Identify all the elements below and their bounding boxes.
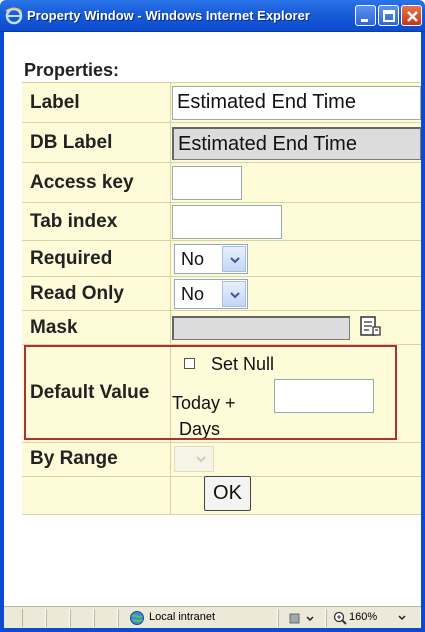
protected-mode-cell[interactable] xyxy=(278,609,326,627)
close-button[interactable] xyxy=(401,5,422,26)
db-label-row-label: DB Label xyxy=(30,132,113,153)
zone-cell: Local intranet xyxy=(118,609,278,627)
window-title: Property Window - Windows Internet Explo… xyxy=(27,8,310,23)
row-access-key: Access key xyxy=(22,163,421,203)
db-label-input: Estimated End Time xyxy=(172,127,421,160)
required-select[interactable]: No xyxy=(174,244,248,274)
properties-heading: Properties: xyxy=(24,60,120,80)
status-cell xyxy=(70,609,94,627)
tab-index-row-label: Tab index xyxy=(30,211,118,232)
mask-row-label: Mask xyxy=(30,317,78,338)
zoom-control[interactable]: 160% xyxy=(326,609,421,627)
security-icon xyxy=(289,613,314,624)
label-row-label: Label xyxy=(30,92,80,113)
status-cell xyxy=(22,609,46,627)
window-frame-right xyxy=(421,32,425,632)
window-frame-left xyxy=(0,32,4,632)
required-row-label: Required xyxy=(30,248,113,269)
properties-table: Label Estimated End Time DB Label Estima… xyxy=(22,82,421,515)
read-only-row-label: Read Only xyxy=(30,283,124,304)
zoom-level: 160% xyxy=(349,611,378,623)
maximize-button[interactable] xyxy=(378,5,399,26)
row-tab-index: Tab index xyxy=(22,203,421,241)
title-bar: Property Window - Windows Internet Explo… xyxy=(0,0,425,32)
required-dropdown-button[interactable] xyxy=(222,246,246,272)
chevron-down-icon xyxy=(230,257,240,264)
status-cell xyxy=(46,609,70,627)
read-only-select[interactable]: No xyxy=(174,279,248,309)
row-label: Label Estimated End Time xyxy=(22,83,421,123)
read-only-dropdown-button[interactable] xyxy=(222,281,246,307)
read-only-value: No xyxy=(181,284,205,304)
window-frame-bottom xyxy=(0,628,425,632)
by-range-select xyxy=(174,446,214,472)
close-icon xyxy=(407,11,418,22)
row-db-label: DB Label Estimated End Time xyxy=(22,123,421,163)
access-key-input[interactable] xyxy=(172,166,242,200)
default-value-highlight xyxy=(24,345,397,440)
ok-button[interactable]: OK xyxy=(204,476,251,511)
ie-logo-icon xyxy=(5,7,23,25)
chevron-down-icon xyxy=(398,615,406,621)
by-range-row-label: By Range xyxy=(30,448,118,469)
row-read-only: Read Only No xyxy=(22,277,421,311)
status-bar: Local intranet 160% xyxy=(4,606,421,628)
maximize-icon xyxy=(383,10,395,22)
tab-index-input[interactable] xyxy=(172,205,282,239)
mask-input xyxy=(172,316,350,340)
row-by-range: By Range xyxy=(22,443,421,477)
status-cell xyxy=(94,609,118,627)
chevron-down-icon xyxy=(230,292,240,299)
row-mask: Mask xyxy=(22,311,421,345)
minimize-icon xyxy=(361,19,368,22)
globe-icon xyxy=(130,611,144,625)
minimize-button[interactable] xyxy=(355,5,376,26)
chevron-down-icon xyxy=(196,456,206,463)
zone-label: Local intranet xyxy=(149,611,216,623)
access-key-row-label: Access key xyxy=(30,172,134,193)
zoom-icon xyxy=(333,611,347,625)
label-input[interactable]: Estimated End Time xyxy=(172,86,421,120)
mask-editor-icon[interactable] xyxy=(358,315,384,339)
required-value: No xyxy=(181,249,205,269)
row-required: Required No xyxy=(22,241,421,277)
